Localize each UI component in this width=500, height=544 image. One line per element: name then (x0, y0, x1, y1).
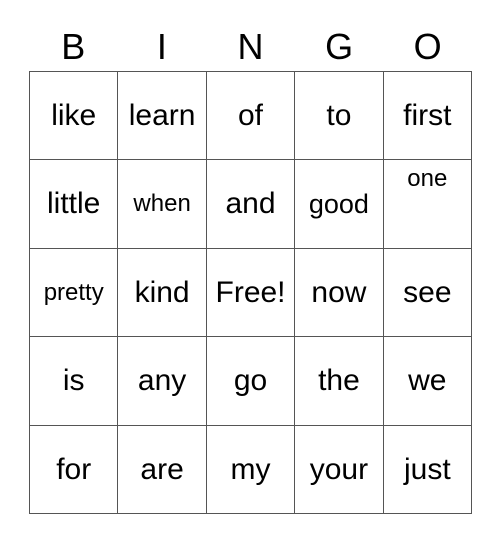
bingo-cell[interactable]: we (383, 337, 473, 426)
bingo-cell[interactable]: kind (118, 248, 207, 338)
bingo-cell[interactable]: are (118, 425, 207, 514)
bingo-cell[interactable]: is (30, 337, 119, 426)
bingo-grid: like learn of to first little when and g… (29, 71, 473, 514)
bingo-cell-label: now (311, 275, 367, 309)
bingo-cell-label: go (233, 364, 268, 398)
bingo-cell[interactable]: pretty (30, 248, 119, 338)
bingo-cell[interactable]: now (295, 248, 384, 338)
bingo-header-letter-i: I (156, 25, 167, 67)
bingo-cell[interactable]: one (383, 160, 473, 249)
bingo-cell-label: kind (134, 275, 190, 309)
bingo-cell-label: are (140, 452, 184, 486)
bingo-cell[interactable]: when (118, 160, 207, 249)
bingo-cell-label: first (403, 98, 452, 132)
bingo-header-letter-n: N (237, 25, 264, 67)
bingo-cell-label: like (51, 98, 97, 132)
bingo-cell[interactable]: my (206, 425, 296, 514)
bingo-header-row: B I N G O (29, 22, 472, 71)
bingo-cell-label: when (133, 190, 191, 218)
bingo-cell[interactable]: any (118, 337, 207, 426)
bingo-header-letter-o: O (413, 25, 442, 67)
bingo-cell-label: good (308, 188, 369, 219)
bingo-cell[interactable]: good (295, 160, 384, 249)
bingo-cell[interactable]: and (206, 160, 296, 249)
bingo-cell-label: of (238, 98, 264, 132)
bingo-cell[interactable]: just (383, 425, 473, 514)
bingo-cell[interactable]: little (30, 160, 119, 249)
bingo-cell-label: one (407, 165, 448, 193)
bingo-cell-label: just (403, 452, 451, 486)
bingo-row: like learn of to first (30, 72, 473, 161)
bingo-row: is any go the we (30, 337, 473, 426)
bingo-cell[interactable]: of (206, 72, 296, 161)
bingo-cell-label: little (47, 187, 101, 221)
bingo-cell[interactable]: first (383, 72, 473, 161)
bingo-cell-label: any (137, 364, 187, 398)
bingo-row: little when and good one (30, 160, 473, 249)
bingo-cell-label: we (408, 364, 447, 398)
bingo-cell[interactable]: for (30, 425, 119, 514)
bingo-cell-label: learn (128, 98, 196, 132)
bingo-header-letter-g: G (325, 25, 354, 67)
bingo-cell-label: my (230, 452, 271, 486)
bingo-cell-label: and (225, 187, 276, 221)
bingo-card: B I N G O like learn of to first little … (0, 0, 500, 544)
bingo-cell-label: to (326, 98, 352, 132)
bingo-cell[interactable]: your (295, 425, 384, 514)
bingo-cell-label: for (56, 452, 92, 486)
bingo-cell-label: the (318, 364, 360, 398)
bingo-free-space-label: Free! (215, 275, 286, 309)
bingo-row: for are my your just (30, 425, 473, 514)
bingo-cell[interactable]: learn (118, 72, 207, 161)
bingo-cell-label: pretty (43, 278, 104, 306)
bingo-cell[interactable]: like (30, 72, 119, 161)
bingo-cell-label: your (309, 452, 369, 486)
bingo-header-letter-b: B (61, 25, 86, 67)
bingo-cell[interactable]: see (383, 248, 473, 338)
bingo-cell-label: is (62, 364, 85, 398)
bingo-cell-label: see (403, 275, 452, 309)
bingo-cell[interactable]: to (295, 72, 384, 161)
bingo-cell-free-space[interactable]: Free! (206, 248, 296, 338)
bingo-cell[interactable]: the (295, 337, 384, 426)
bingo-row: pretty kind Free! now see (30, 248, 473, 338)
bingo-cell[interactable]: go (206, 337, 296, 426)
